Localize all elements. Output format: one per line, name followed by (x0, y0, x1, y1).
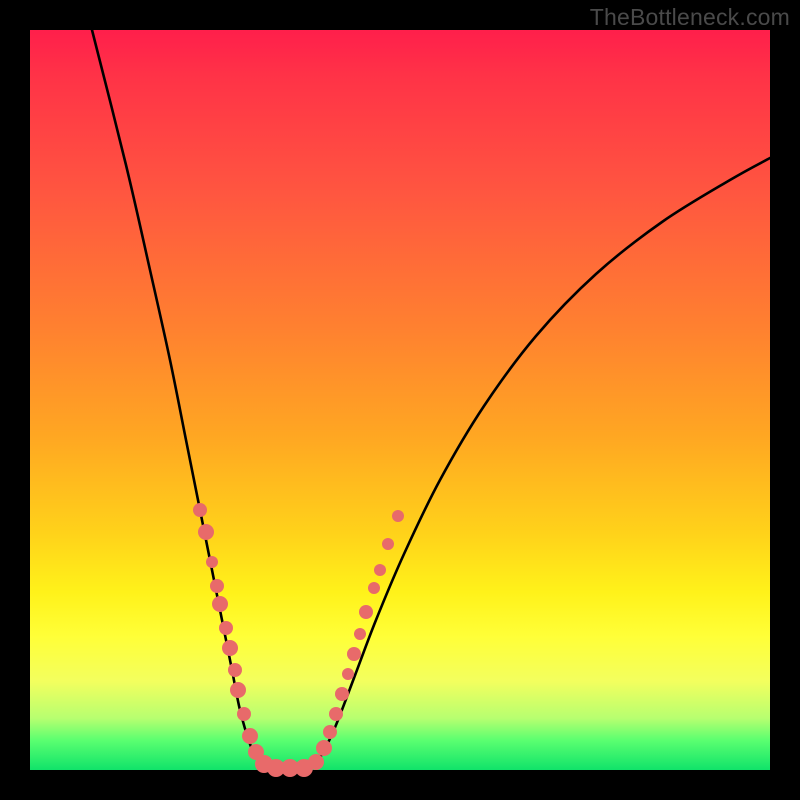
data-marker (228, 663, 242, 677)
data-marker (392, 510, 404, 522)
data-marker (198, 524, 214, 540)
data-marker (347, 647, 361, 661)
curve-svg (30, 30, 770, 770)
data-marker (242, 728, 258, 744)
data-marker (212, 596, 228, 612)
data-marker (222, 640, 238, 656)
data-marker (354, 628, 366, 640)
data-marker (316, 740, 332, 756)
chart-frame: TheBottleneck.com (0, 0, 800, 800)
data-marker (329, 707, 343, 721)
data-marker (374, 564, 386, 576)
data-marker (323, 725, 337, 739)
data-marker (193, 503, 207, 517)
watermark-text: TheBottleneck.com (590, 4, 790, 31)
data-marker (382, 538, 394, 550)
data-marker (206, 556, 218, 568)
data-marker (342, 668, 354, 680)
data-marker (335, 687, 349, 701)
data-marker (237, 707, 251, 721)
data-marker (359, 605, 373, 619)
data-marker (308, 754, 324, 770)
bottleneck-curve (92, 30, 770, 769)
data-marker (210, 579, 224, 593)
data-marker (230, 682, 246, 698)
data-marker (219, 621, 233, 635)
data-markers (193, 503, 404, 777)
data-marker (368, 582, 380, 594)
plot-area (30, 30, 770, 770)
